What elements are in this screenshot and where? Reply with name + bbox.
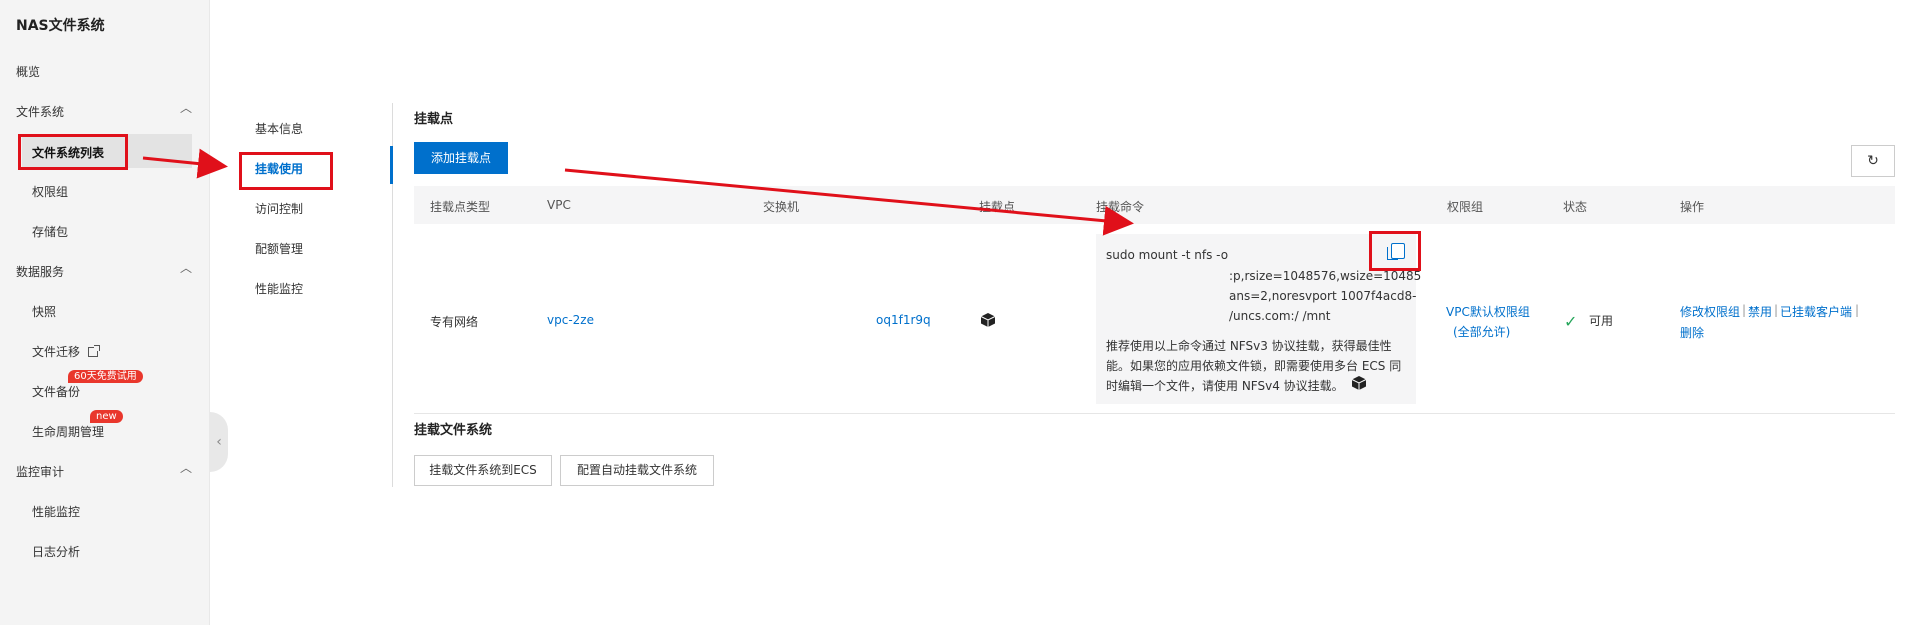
annotation-arrows <box>142 148 1134 236</box>
